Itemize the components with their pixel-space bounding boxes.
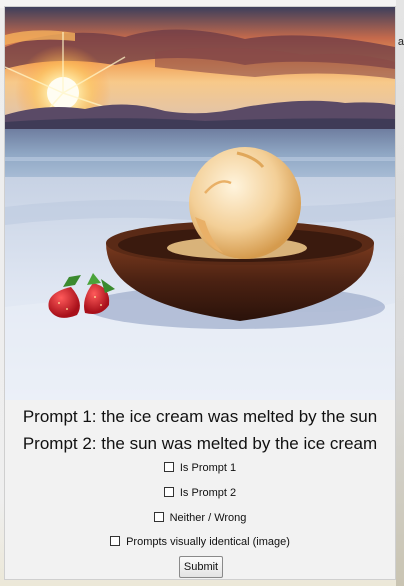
submit-button[interactable]: Submit xyxy=(179,556,223,578)
prompt-1-text: Prompt 1: the ice cream was melted by th… xyxy=(22,407,378,426)
right-edge-window xyxy=(396,0,404,586)
option-label: Neither / Wrong xyxy=(169,512,247,524)
option-label: Prompts visually identical (image) xyxy=(126,536,290,548)
edge-text: a xyxy=(397,36,404,48)
checkbox-is-prompt-2[interactable] xyxy=(163,487,174,497)
option-label: Is Prompt 2 xyxy=(179,487,237,499)
checkbox-is-prompt-1[interactable] xyxy=(163,462,174,472)
checkbox-prompts-identical[interactable] xyxy=(110,536,121,546)
prompt-2-text: Prompt 2: the sun was melted by the ice … xyxy=(22,434,378,453)
option-is-prompt-1[interactable]: Is Prompt 1 xyxy=(5,462,395,474)
checkbox-neither-wrong[interactable] xyxy=(153,512,164,522)
annotation-card: Prompt 1: the ice cream was melted by th… xyxy=(4,6,396,580)
option-neither-wrong[interactable]: Neither / Wrong xyxy=(5,512,395,524)
option-is-prompt-2[interactable]: Is Prompt 2 xyxy=(5,487,395,499)
generated-image xyxy=(5,7,395,400)
option-label: Is Prompt 1 xyxy=(179,462,237,474)
option-prompts-identical[interactable]: Prompts visually identical (image) xyxy=(5,536,395,548)
